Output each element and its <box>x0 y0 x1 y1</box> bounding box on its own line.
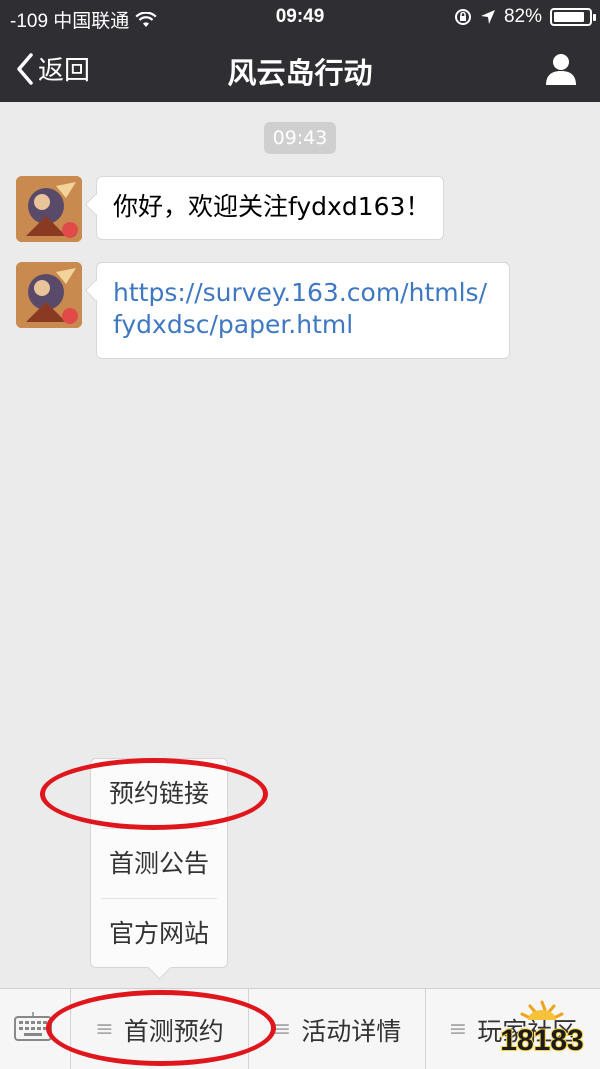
submenu-popup: 预约链接 首测公告 官方网站 <box>90 758 228 968</box>
message-timestamp: 09:43 <box>264 122 336 154</box>
menu-lines-icon: ≡ <box>448 1017 468 1042</box>
nav-row: 返回 风云岛行动 <box>0 34 600 102</box>
submenu-item-official-site[interactable]: 官方网站 <box>101 899 217 969</box>
submenu-item-test-announcement[interactable]: 首测公告 <box>101 829 217 899</box>
menu-lines-icon: ≡ <box>95 1017 114 1042</box>
survey-link[interactable]: https://survey.163.com/htmls/fydxdsc/pap… <box>113 278 487 339</box>
avatar-image <box>16 176 82 242</box>
watermark-logo: 18183 <box>492 998 592 1060</box>
account-avatar[interactable] <box>16 176 82 242</box>
battery-percent: 82% <box>503 6 542 27</box>
menu-lines-icon: ≡ <box>272 1017 292 1042</box>
avatar-image <box>16 262 82 328</box>
chat-title: 风云岛行动 <box>227 56 373 90</box>
menu-label: 活动详情 <box>301 1016 402 1046</box>
menu-button-event-details[interactable]: ≡ 活动详情 <box>248 989 425 1069</box>
message-bubble-welcome: 你好，欢迎关注fydxd163！ <box>96 176 444 240</box>
top-bar: -109 中国联通 09:49 82% 返回 风云岛行动 <box>0 0 600 102</box>
menu-button-first-test-reservation[interactable]: ≡ 首测预约 <box>70 989 248 1069</box>
svg-text:18183: 18183 <box>500 1024 583 1057</box>
rotation-lock-icon <box>454 9 471 25</box>
message-text: 你好，欢迎关注fydxd163！ <box>113 192 431 221</box>
message-bubble-link[interactable]: https://survey.163.com/htmls/fydxdsc/pap… <box>96 262 510 359</box>
submenu-item-reservation-link[interactable]: 预约链接 <box>101 759 217 829</box>
account-avatar[interactable] <box>16 262 82 328</box>
status-right: 82% <box>454 6 596 28</box>
status-bar: -109 中国联通 09:49 82% <box>0 0 600 34</box>
profile-icon[interactable] <box>544 52 578 86</box>
keyboard-icon[interactable] <box>14 1011 52 1041</box>
watermark-logo-image: 18183 <box>499 1000 585 1058</box>
location-icon <box>480 10 495 24</box>
battery-icon <box>550 8 596 26</box>
menu-label: 首测预约 <box>123 1016 224 1046</box>
